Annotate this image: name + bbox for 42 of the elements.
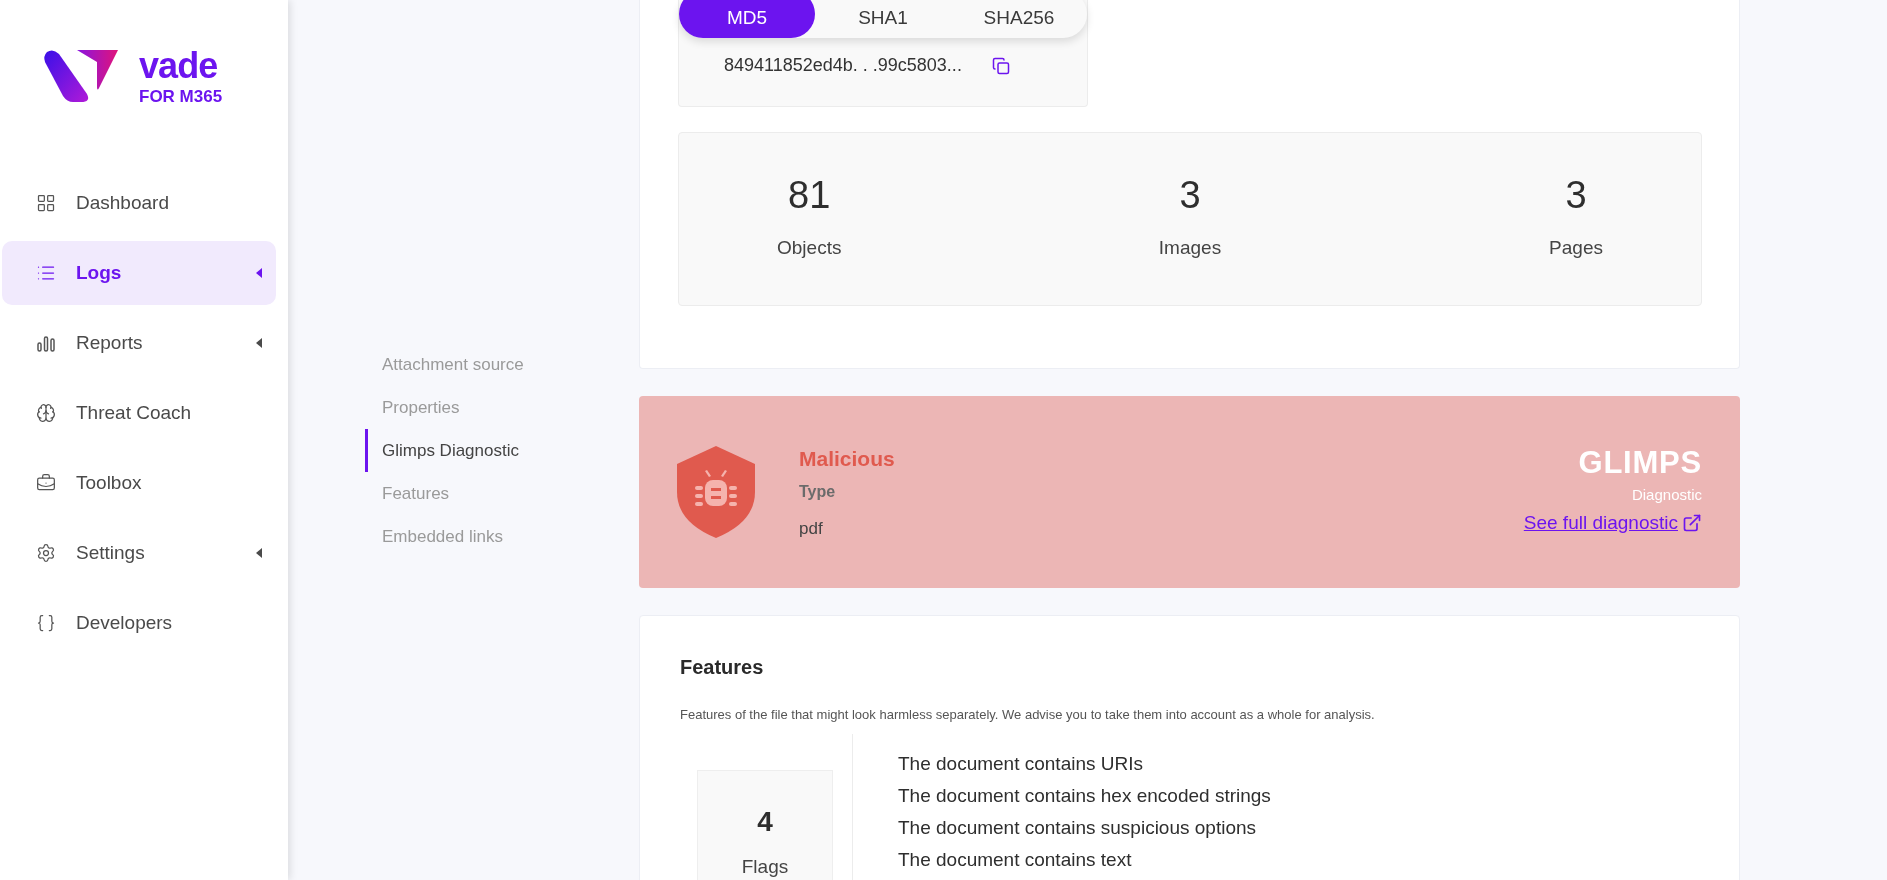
logo-wordmark: vade (139, 48, 219, 84)
hash-tab[interactable]: SHA1 (815, 0, 951, 38)
grid-icon (36, 193, 56, 213)
bar-chart-icon (36, 333, 56, 353)
stat-label: Images (1158, 235, 1222, 260)
toolbox-icon (36, 473, 56, 493)
flags-count: 4 (757, 804, 773, 839)
sidebar-item[interactable]: Toolbox (2, 451, 276, 515)
hash-tab[interactable]: SHA256 (951, 0, 1087, 38)
feature-item: The document contains hex encoded strings (898, 783, 1271, 808)
settings-icon (36, 543, 56, 563)
sidebar-item[interactable]: Threat Coach (2, 381, 276, 445)
provider-logo: GLIMPS (1578, 447, 1702, 478)
type-label: Type (799, 482, 837, 502)
stat-value: 3 (1565, 175, 1587, 214)
provider-caption: Diagnostic (1631, 485, 1702, 505)
copy-icon[interactable] (991, 56, 1010, 75)
stat-label: Pages (1549, 235, 1603, 260)
feature-item: The document contains text (898, 847, 1133, 872)
stat-value: 3 (1179, 175, 1201, 214)
sidebar-item[interactable]: Reports (2, 311, 276, 375)
features-title: Features (680, 655, 765, 680)
logo-subtitle: FOR M365 (139, 88, 223, 105)
stat-label: Objects (777, 235, 842, 260)
hash-value: 849411852ed4b. . .99c5803... (724, 54, 962, 77)
features-description: Features of the file that might look harmless separately. We advise you to take them into account as a whole for analysis. (680, 706, 1376, 724)
sidebar-item[interactable]: Developers (2, 591, 276, 655)
braces-icon (36, 613, 56, 633)
logo-icon (43, 48, 119, 104)
shield-bug-icon (677, 446, 755, 538)
type-value: pdf (799, 518, 824, 540)
full-diagnostic-link[interactable]: See full diagnostic (1523, 508, 1702, 537)
sidebar-item[interactable]: Logs (2, 241, 276, 305)
sidebar-item[interactable]: Settings (2, 521, 276, 585)
verdict-label: Malicious (799, 445, 896, 472)
feature-item: The document contains URIs (898, 751, 1144, 776)
sidebar-item[interactable]: Dashboard (2, 171, 276, 235)
flags-label: Flags (741, 854, 789, 879)
stat-value: 81 (788, 175, 831, 214)
external-link-icon (1682, 512, 1702, 533)
hash-tab[interactable]: MD5 (679, 0, 815, 38)
feature-item: The document contains suspicious options (898, 815, 1258, 840)
